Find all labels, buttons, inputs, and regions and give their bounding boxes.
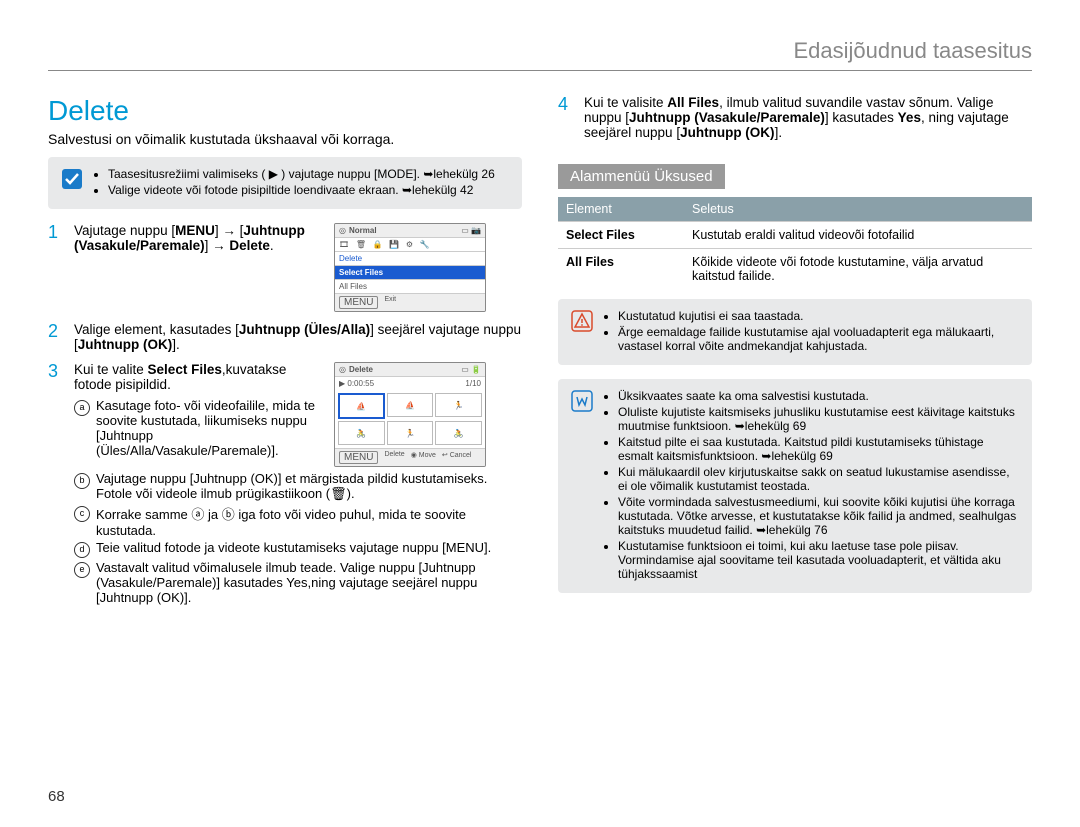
- menu-item-select-files: Select Files: [335, 265, 485, 279]
- breadcrumb: Edasijõudnud taasesitus: [48, 38, 1032, 64]
- step-4-text: Kui te valisite All Files, ilmub valitud…: [584, 95, 1032, 140]
- thumbnail: 🏃: [435, 393, 482, 417]
- substep-c: cKorrake samme ⓐ ja ⓑ iga foto või video…: [74, 504, 522, 538]
- warning-box: Kustutatud kujutisi ei saa taastada. Ärg…: [558, 299, 1032, 365]
- step-4: 4 Kui te valisite All Files, ilmub valit…: [558, 95, 1032, 140]
- left-column: Delete Salvestusi on võimalik kustutada …: [48, 95, 522, 617]
- bullet-icon: ◎: [339, 226, 346, 235]
- thumbnail: 🚴: [338, 421, 385, 445]
- step-1: 1 Vajutage nuppu [MENU] → [Juhtnupp (Vas…: [48, 223, 522, 312]
- substep-d: dTeie valitud fotode ja videote kustutam…: [74, 540, 522, 558]
- thumb-footer: MENUDelete ◉ Move ↩ Cancel: [335, 448, 485, 466]
- info-item: Kustutamise funktsioon ei toimi, kui aku…: [618, 539, 1020, 581]
- step-number: 4: [558, 95, 574, 140]
- bullet-icon: ◎: [339, 365, 346, 374]
- substep-b: bVajutage nuppu [Juhtnupp (OK)] et märgi…: [74, 471, 522, 502]
- lead-text: Salvestusi on võimalik kustutada ükshaav…: [48, 131, 522, 147]
- steps-list-right: 4 Kui te valisite All Files, ilmub valit…: [558, 95, 1032, 140]
- step-3: 3 Kui te valite Select Files,kuvatakse f…: [48, 362, 522, 607]
- step-1-text: Vajutage nuppu [MENU] → [Juhtnupp (Vasak…: [74, 223, 324, 312]
- thumb-header: ◎Delete▭ 🔋: [335, 363, 485, 376]
- thumbnail-screenshot: ◎Delete▭ 🔋 ▶ 0:00:551/10 ⛵ ⛵ 🏃 🚴 🏃 🚴: [334, 362, 486, 467]
- info-item: Oluliste kujutiste kaitsmiseks juhusliku…: [618, 405, 1020, 433]
- submenu-table: Element Seletus Select Files Kustutab er…: [558, 197, 1032, 289]
- note-item: Taasesitusrežiimi valimiseks ( ▶ ) vajut…: [108, 167, 495, 181]
- info-box: Üksikvaates saate ka oma salvestisi kust…: [558, 379, 1032, 593]
- note-playback: Taasesitusrežiimi valimiseks ( ▶ ) vajut…: [48, 157, 522, 209]
- info-icon: [570, 389, 594, 413]
- thumb-timebar: ▶ 0:00:551/10: [335, 376, 485, 390]
- th-element: Element: [558, 197, 684, 222]
- warning-icon: [570, 309, 594, 333]
- info-item: Kui mälukaardil olev kirjutuskaitse sakk…: [618, 465, 1020, 493]
- info-item: Võite vormindada salvestusmeediumi, kui …: [618, 495, 1020, 537]
- right-column: 4 Kui te valisite All Files, ilmub valit…: [558, 95, 1032, 617]
- th-description: Seletus: [684, 197, 1032, 222]
- substep-a: aKasutage foto- või videofailile, mida t…: [74, 398, 324, 458]
- thumbnail: ⛵: [387, 393, 434, 417]
- page-number: 68: [48, 788, 65, 805]
- warning-item: Kustutatud kujutisi ei saa taastada.: [618, 309, 1020, 323]
- info-item: Kaitstud pilte ei saa kustutada. Kaitstu…: [618, 435, 1020, 463]
- warning-item: Ärge eemaldage failide kustutamise ajal …: [618, 325, 1020, 353]
- menu-tabs: 🎞 🗑 🔒 💾 ⚙ 🔧: [335, 237, 485, 251]
- thumbnail: 🚴: [435, 421, 482, 445]
- check-icon: [60, 167, 84, 191]
- note-list: Taasesitusrežiimi valimiseks ( ▶ ) vajut…: [94, 167, 495, 199]
- page: Edasijõudnud taasesitus Delete Salvestus…: [0, 0, 1080, 827]
- table-row: All Files Kõikide videote või fotode kus…: [558, 249, 1032, 290]
- thumbnail: ⛵: [338, 393, 385, 419]
- cell-val: Kõikide videote või fotode kustutamine, …: [684, 249, 1032, 290]
- warning-list: Kustutatud kujutisi ei saa taastada. Ärg…: [604, 309, 1020, 355]
- thumbnail-grid: ⛵ ⛵ 🏃 🚴 🏃 🚴: [335, 390, 485, 448]
- info-item: Üksikvaates saate ka oma salvestisi kust…: [618, 389, 1020, 403]
- cell-key: Select Files: [558, 222, 684, 249]
- steps-list: 1 Vajutage nuppu [MENU] → [Juhtnupp (Vas…: [48, 223, 522, 607]
- submenu-heading: Alammenüü Üksused: [558, 164, 725, 189]
- cell-val: Kustutab eraldi valitud videovõi fotofai…: [684, 222, 1032, 249]
- step-2: 2 Valige element, kasutades [Juhtnupp (Ü…: [48, 322, 522, 352]
- menu-footer: MENUExit: [335, 293, 485, 311]
- table-header-row: Element Seletus: [558, 197, 1032, 222]
- step-number: 2: [48, 322, 64, 352]
- cell-key: All Files: [558, 249, 684, 290]
- step-3-text: Kui te valite Select Files,kuvatakse fot…: [74, 362, 324, 467]
- menu-screenshot: ◎Normal▭ 📷 🎞 🗑 🔒 💾 ⚙ 🔧 Delete Select Fil…: [334, 223, 486, 312]
- top-rule: [48, 70, 1032, 71]
- menu-item-delete: Delete: [335, 251, 485, 265]
- page-title: Delete: [48, 95, 522, 127]
- step-number: 3: [48, 362, 64, 607]
- menu-header: ◎Normal▭ 📷: [335, 224, 485, 237]
- table-row: Select Files Kustutab eraldi valitud vid…: [558, 222, 1032, 249]
- columns: Delete Salvestusi on võimalik kustutada …: [48, 95, 1032, 617]
- info-list: Üksikvaates saate ka oma salvestisi kust…: [604, 389, 1020, 583]
- step-number: 1: [48, 223, 64, 312]
- thumbnail: 🏃: [387, 421, 434, 445]
- note-item: Valige videote või fotode pisipiltide lo…: [108, 183, 495, 197]
- step-2-text: Valige element, kasutades [Juhtnupp (Üle…: [74, 322, 522, 352]
- menu-item-all-files: All Files: [335, 279, 485, 293]
- substep-e: eVastavalt valitud võimalusele ilmub tea…: [74, 560, 522, 605]
